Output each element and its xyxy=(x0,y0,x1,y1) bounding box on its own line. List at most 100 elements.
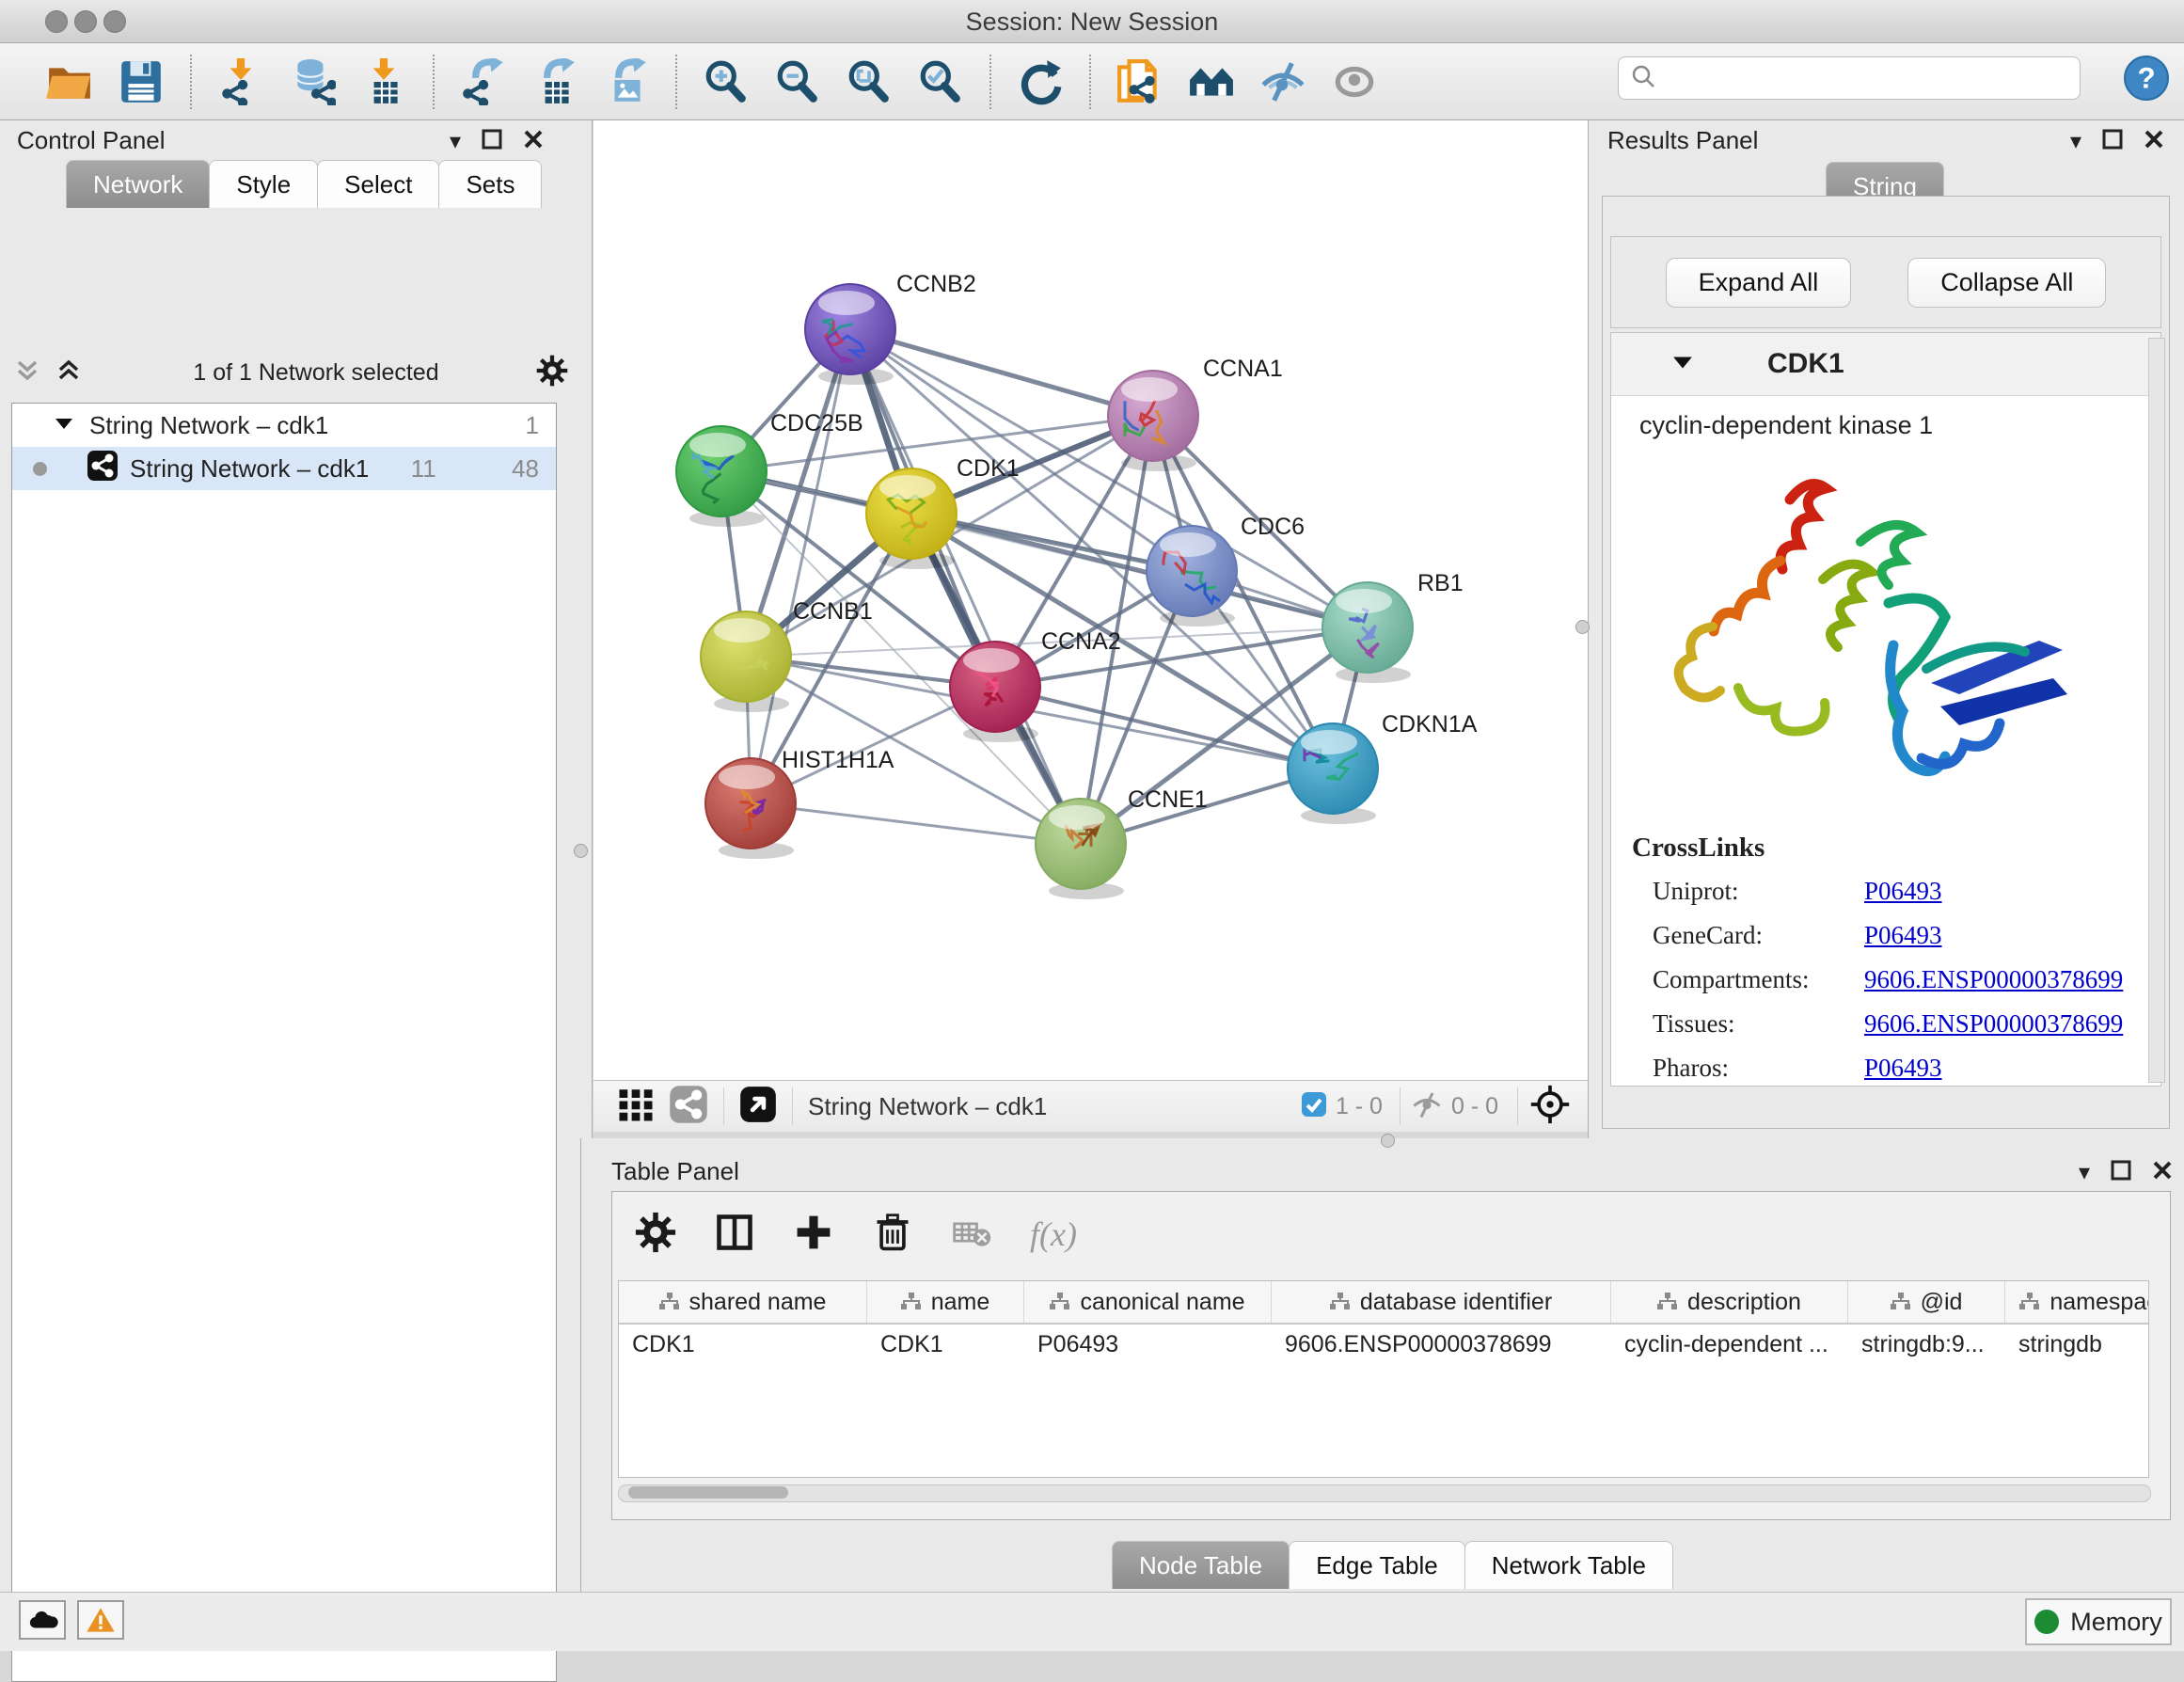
memory-label: Memory xyxy=(2070,1608,2162,1637)
toolbar-separator xyxy=(989,55,991,109)
export-table-button[interactable] xyxy=(529,56,581,108)
search-field[interactable] xyxy=(1618,56,2081,100)
delete-column-trash-icon[interactable] xyxy=(872,1212,913,1258)
column-header-namespace[interactable]: namespace xyxy=(2005,1281,2149,1323)
export-image-button[interactable] xyxy=(600,56,653,108)
search-input[interactable] xyxy=(1656,64,2055,92)
cdk1-collapse-icon[interactable] xyxy=(1671,351,1694,378)
string-results-box: Expand All Collapse All CDK1 cyclin-depe… xyxy=(1602,196,2170,1129)
node-CCNB2[interactable] xyxy=(805,284,895,385)
network-tree: String Network – cdk1 1 String Network –… xyxy=(11,403,557,1682)
tab-sets[interactable]: Sets xyxy=(438,160,542,208)
column-header-database-identifier[interactable]: database identifier xyxy=(1272,1281,1611,1323)
tab-network-table[interactable]: Network Table xyxy=(1464,1541,1673,1589)
control-panel-close-icon[interactable] xyxy=(523,129,544,154)
birds-eye-view-icon[interactable] xyxy=(739,1086,777,1128)
node-CDKN1A[interactable] xyxy=(1288,723,1378,824)
node-HIST1H1A[interactable] xyxy=(705,758,796,859)
show-glass-effect-button[interactable] xyxy=(1328,56,1381,108)
network-canvas[interactable]: CCNB2CCNA1CDC25BCDK1CDC6RB1CCNB1CCNA2CDK… xyxy=(593,120,1588,1080)
results-panel-menu-icon[interactable]: ▾ xyxy=(2070,128,2081,155)
warning-button[interactable] xyxy=(77,1600,124,1640)
show-columns-icon[interactable] xyxy=(714,1212,755,1258)
apply-layout-button[interactable] xyxy=(1014,56,1067,108)
memory-button[interactable]: Memory xyxy=(2025,1598,2172,1645)
collection-collapse-icon[interactable] xyxy=(54,411,74,440)
cloud-button[interactable] xyxy=(19,1600,66,1640)
table-row[interactable]: CDK1CDK1P064939606.ENSP00000378699cyclin… xyxy=(619,1325,2148,1364)
import-network-database-button[interactable] xyxy=(286,56,339,108)
save-session-button[interactable] xyxy=(115,56,167,108)
crosslink-link[interactable]: P06493 xyxy=(1864,921,1942,950)
crosslink-link[interactable]: 9606.ENSP00000378699 xyxy=(1864,965,2123,994)
delete-table-icon[interactable] xyxy=(951,1212,992,1258)
column-header-@id[interactable]: @id xyxy=(1848,1281,2005,1323)
network-style-icon[interactable] xyxy=(669,1085,708,1129)
string-home-button[interactable] xyxy=(1185,56,1238,108)
tab-style[interactable]: Style xyxy=(209,160,318,208)
edge-HIST1H1A-CCNE1 xyxy=(751,803,1081,844)
crosslink-link[interactable]: 9606.ENSP00000378699 xyxy=(1864,1009,2123,1039)
right-splitter-handle[interactable] xyxy=(1575,620,1590,634)
table-panel-menu-icon[interactable]: ▾ xyxy=(2079,1159,2090,1186)
results-panel: Results Panel ▾ String Expand All Collap… xyxy=(1588,120,2184,1138)
crosslink-label: Tissues: xyxy=(1653,1009,1864,1039)
results-panel-float-icon[interactable] xyxy=(2102,129,2123,154)
crosslink-link[interactable]: P06493 xyxy=(1864,1054,1942,1083)
zoom-fit-button[interactable] xyxy=(843,56,895,108)
expand-all-button[interactable]: Expand All xyxy=(1666,258,1852,308)
tab-select[interactable]: Select xyxy=(317,160,439,208)
zoom-selected-button[interactable] xyxy=(914,56,967,108)
crosslink-label: GeneCard: xyxy=(1653,921,1864,950)
crosslink-label: Pharos: xyxy=(1653,1054,1864,1083)
tab-network[interactable]: Network xyxy=(66,160,210,208)
table-panel-float-icon[interactable] xyxy=(2111,1160,2131,1185)
export-network-button[interactable] xyxy=(457,56,510,108)
grid-view-icon[interactable] xyxy=(616,1085,656,1129)
import-table-file-button[interactable] xyxy=(357,56,410,108)
node-CCNA2[interactable] xyxy=(950,642,1040,742)
column-header-description[interactable]: description xyxy=(1611,1281,1848,1323)
selected-nodes-checkbox[interactable] xyxy=(1300,1090,1328,1123)
control-panel-float-icon[interactable] xyxy=(482,129,502,154)
network-row[interactable]: String Network – cdk1 11 48 xyxy=(12,447,556,490)
node-label-CCNA1: CCNA1 xyxy=(1203,356,1283,382)
column-header-name[interactable]: name xyxy=(867,1281,1024,1323)
svg-text:?: ? xyxy=(2137,61,2155,94)
zoom-out-button[interactable] xyxy=(771,56,824,108)
create-column-plus-icon[interactable] xyxy=(793,1212,834,1258)
crosslink-link[interactable]: P06493 xyxy=(1864,877,1942,906)
function-builder-icon[interactable]: f(x) xyxy=(1030,1214,1077,1254)
help-button[interactable]: ? xyxy=(2123,55,2170,102)
network-options-gear-icon[interactable] xyxy=(536,355,568,391)
collapse-all-button[interactable]: Collapse All xyxy=(1907,258,2106,308)
tab-node-table[interactable]: Node Table xyxy=(1112,1541,1290,1589)
node-CDC25B[interactable] xyxy=(676,426,767,527)
fit-selected-crosshair-icon[interactable] xyxy=(1529,1084,1571,1130)
collapse-all-icon[interactable] xyxy=(13,357,41,389)
network-collection-row[interactable]: String Network – cdk1 1 xyxy=(12,404,556,447)
results-panel-close-icon[interactable] xyxy=(2144,129,2164,154)
node-CCNE1[interactable] xyxy=(1036,799,1126,899)
open-session-button[interactable] xyxy=(43,56,96,108)
bottom-splitter-handle[interactable] xyxy=(1381,1134,1395,1148)
column-header-canonical-name[interactable]: canonical name xyxy=(1024,1281,1272,1323)
expand-all-icon[interactable] xyxy=(55,357,83,389)
zoom-in-button[interactable] xyxy=(700,56,752,108)
control-panel: Control Panel ▾ NetworkStyleSelectSets 1… xyxy=(0,120,593,1592)
node-RB1[interactable] xyxy=(1322,582,1413,683)
string-import-button[interactable] xyxy=(1114,56,1166,108)
import-network-file-button[interactable] xyxy=(214,56,267,108)
results-scrollbar[interactable] xyxy=(2148,338,2165,1083)
left-splitter-handle[interactable] xyxy=(574,844,588,858)
hidden-eye-slash-icon[interactable] xyxy=(1410,1087,1444,1126)
column-header-shared-name[interactable]: shared name xyxy=(619,1281,867,1323)
table-panel-close-icon[interactable] xyxy=(2152,1160,2173,1185)
tab-edge-table[interactable]: Edge Table xyxy=(1289,1541,1465,1589)
node-CCNA1[interactable] xyxy=(1108,371,1198,471)
table-horizontal-scrollbar[interactable] xyxy=(618,1484,2151,1502)
enhanced-labels-button[interactable] xyxy=(1257,56,1309,108)
table-settings-gear-icon[interactable] xyxy=(635,1212,676,1258)
control-panel-menu-icon[interactable]: ▾ xyxy=(450,128,461,155)
node-CCNB1[interactable] xyxy=(701,611,791,712)
